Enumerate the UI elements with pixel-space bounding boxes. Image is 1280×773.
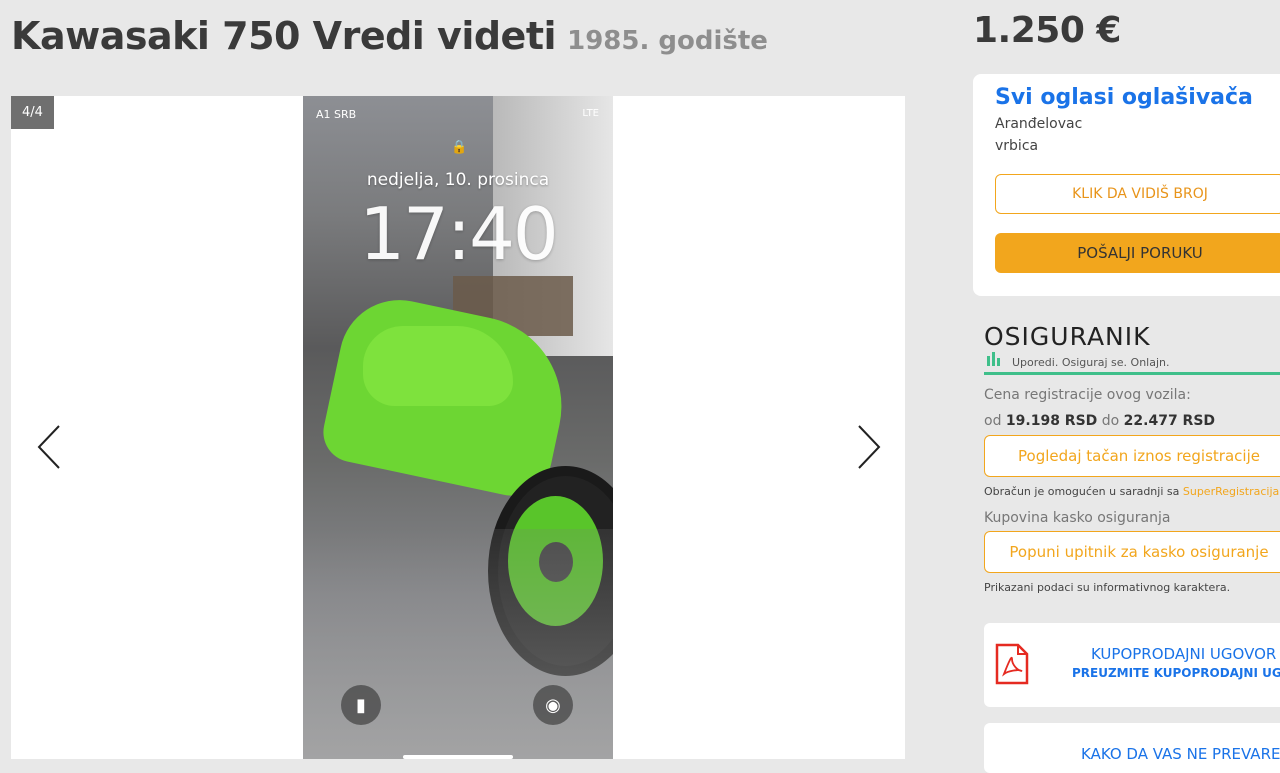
photo-gallery[interactable]: 4/4 A1 SRB LTE 🔒 nedjelja, 10. prosinca … <box>11 96 905 759</box>
kasko-form-button[interactable]: Popuni upitnik za kasko osiguranje <box>984 531 1280 573</box>
insurance-disclaimer: Prikazani podaci su informativnog karakt… <box>984 581 1231 594</box>
photo-carrier-text: A1 SRB <box>316 108 357 121</box>
contract-subtitle: PREUZMITE KUPOPRODAJNI UGOV <box>1072 666 1280 680</box>
fraud-warning-title: KAKO DA VAS NE PREVARE <box>1081 745 1280 763</box>
osiguranik-logo: OSIGURANIK <box>984 322 1151 351</box>
photo-counter: 4/4 <box>11 96 54 129</box>
registration-label: Cena registracije ovog vozila: <box>984 387 1191 403</box>
listing-title: Kawasaki 750 Vredi videti 1985. godište <box>11 14 768 58</box>
lock-icon: 🔒 <box>451 140 468 155</box>
registration-from: 19.198 RSD <box>1005 413 1098 429</box>
contract-card[interactable]: KUPOPRODAJNI UGOVOR PREUZMITE KUPOPRODAJ… <box>984 623 1280 707</box>
osiguranik-slogan: Uporedi. Osiguraj se. Onlajn. <box>1012 356 1170 369</box>
chevron-left-icon[interactable] <box>29 422 69 472</box>
show-number-button[interactable]: KLIK DA VIDIŠ BROJ <box>995 174 1280 214</box>
flashlight-icon: ▮ <box>341 685 381 725</box>
listing-year: 1985. godište <box>567 26 768 56</box>
seller-city: Aranđelovac <box>995 116 1083 132</box>
camera-icon: ◉ <box>533 685 573 725</box>
chevron-right-icon[interactable] <box>849 422 889 472</box>
seller-card: Svi oglasi oglašivača Aranđelovac vrbica… <box>973 74 1280 296</box>
superregistracija-link[interactable]: SuperRegistracija <box>1183 485 1279 498</box>
pdf-icon <box>995 643 1029 685</box>
osiguranik-logo-icon <box>987 352 1000 366</box>
registration-price-button[interactable]: Pogledaj tačan iznos registracije <box>984 435 1280 477</box>
partner-note: Obračun je omogućen u saradnji sa SuperR… <box>984 485 1280 498</box>
contract-title: KUPOPRODAJNI UGOVOR <box>1091 645 1277 663</box>
listing-name: Kawasaki 750 Vredi videti <box>11 14 557 58</box>
photo-time-text: 17:40 <box>359 192 559 276</box>
registration-range: od 19.198 RSD do 22.477 RSD <box>984 413 1216 429</box>
photo-status-text: LTE <box>582 108 599 119</box>
send-message-button[interactable]: POŠALJI PORUKU <box>995 233 1280 273</box>
kasko-label: Kupovina kasko osiguranja <box>984 510 1171 526</box>
listing-price: 1.250 € <box>973 10 1121 51</box>
registration-to: 22.477 RSD <box>1123 413 1216 429</box>
fraud-warning-card[interactable]: KAKO DA VAS NE PREVARE <box>984 723 1280 773</box>
photo-date-text: nedjelja, 10. prosinca <box>366 170 550 190</box>
seller-area: vrbica <box>995 138 1039 154</box>
all-seller-ads-link[interactable]: Svi oglasi oglašivača <box>995 85 1253 110</box>
listing-photo[interactable]: A1 SRB LTE 🔒 nedjelja, 10. prosinca 17:4… <box>303 96 613 759</box>
